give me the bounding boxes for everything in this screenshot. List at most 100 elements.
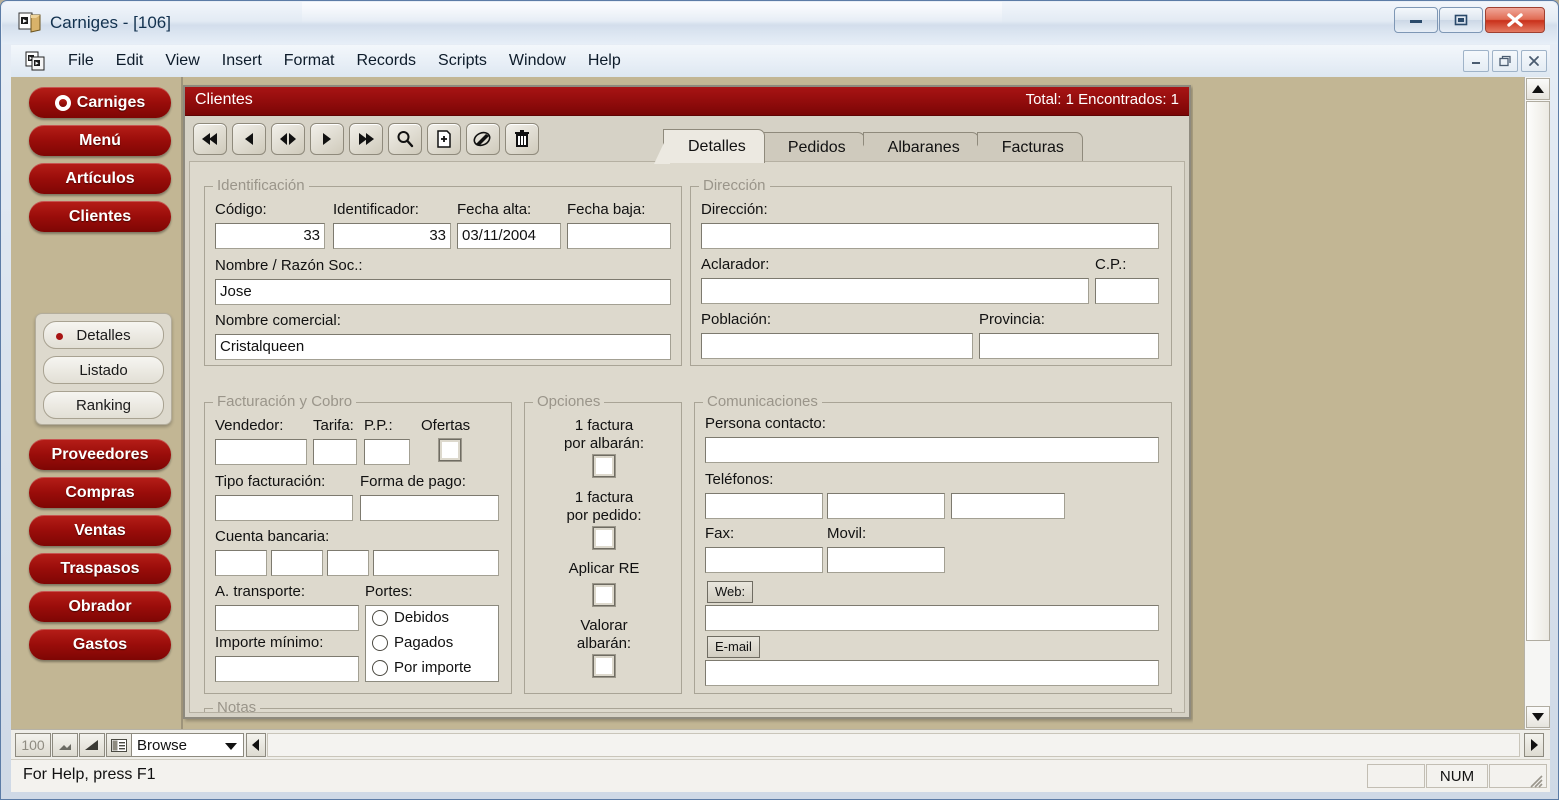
ofertas-checkbox[interactable] [439, 439, 461, 461]
menu-item-records[interactable]: Records [345, 49, 427, 73]
next-record-button[interactable] [310, 123, 344, 155]
tipo-facturacion-input[interactable] [215, 495, 353, 521]
trash-icon[interactable] [505, 123, 539, 155]
cuenta-bancaria-input-2[interactable] [271, 550, 323, 576]
vertical-scrollbar[interactable] [1524, 77, 1550, 729]
sidebar-item-ventas[interactable]: Ventas [29, 515, 171, 546]
a-transporte-input[interactable] [215, 605, 359, 631]
scroll-right-icon[interactable] [1524, 733, 1544, 757]
sidebar-item-articulos[interactable]: Artículos [29, 163, 171, 194]
first-record-button[interactable] [193, 123, 227, 155]
menu-item-window[interactable]: Window [498, 49, 577, 73]
previous-record-button[interactable] [232, 123, 266, 155]
opcion-aplicar-re-checkbox[interactable] [593, 584, 615, 606]
mdi-minimize-icon[interactable] [1463, 50, 1489, 72]
last-record-button[interactable] [349, 123, 383, 155]
mdi-restore-icon[interactable] [1492, 50, 1518, 72]
vendedor-input[interactable] [215, 439, 307, 465]
new-record-icon[interactable] [427, 123, 461, 155]
mode-combobox[interactable]: Browse [131, 733, 244, 757]
sidebar-item-menu[interactable]: Menú [29, 125, 171, 156]
menu-item-view[interactable]: View [154, 49, 210, 73]
sidebar-item-proveedores[interactable]: Proveedores [29, 439, 171, 470]
forma-pago-input[interactable] [360, 495, 499, 521]
detalles-panel: Identificación Código: 33 Identificador:… [189, 161, 1185, 713]
sidebar-item-detalles[interactable]: Detalles [43, 321, 164, 349]
menu-item-help[interactable]: Help [577, 49, 632, 73]
importe-minimo-input[interactable] [215, 656, 359, 682]
zoom-level-indicator[interactable]: 100 [15, 733, 51, 757]
telefono-input-2[interactable] [827, 493, 945, 519]
fax-input[interactable] [705, 547, 823, 573]
sidebar-item-gastos[interactable]: Gastos [29, 629, 171, 660]
portes-option-por-importe[interactable]: Por importe [372, 659, 472, 676]
nombre-razon-input[interactable]: Jose [215, 279, 671, 305]
toggle-window-icon[interactable] [106, 733, 132, 757]
opcion-valorar-albaran-checkbox[interactable] [593, 655, 615, 677]
scroll-up-icon[interactable] [1526, 78, 1550, 100]
maximize-icon[interactable] [1439, 7, 1483, 33]
cp-input[interactable] [1095, 278, 1159, 304]
menu-item-insert[interactable]: Insert [211, 49, 273, 73]
mdi-close-icon[interactable] [1521, 50, 1547, 72]
portes-option-debidos[interactable]: Debidos [372, 609, 449, 626]
opcion-1-factura-por-albaran-checkbox[interactable] [593, 455, 615, 477]
menu-item-edit[interactable]: Edit [105, 49, 155, 73]
telefono-input-1[interactable] [705, 493, 823, 519]
opcion-4-line2: albarán: [576, 635, 632, 652]
poblacion-input[interactable] [701, 333, 973, 359]
sidebar-item-obrador[interactable]: Obrador [29, 591, 171, 622]
codigo-input[interactable]: 33 [215, 223, 325, 249]
email-input[interactable] [705, 660, 1159, 686]
scroll-down-icon[interactable] [1526, 706, 1550, 728]
scroll-left-icon[interactable] [246, 733, 266, 757]
cuenta-bancaria-input-3[interactable] [327, 550, 369, 576]
close-icon[interactable] [1485, 7, 1545, 33]
cuenta-bancaria-input-4[interactable] [373, 550, 499, 576]
menu-item-file[interactable]: File [57, 49, 105, 73]
minimize-icon[interactable] [1394, 7, 1438, 33]
portes-option-pagados[interactable]: Pagados [372, 634, 453, 651]
menu-item-scripts[interactable]: Scripts [427, 49, 498, 73]
edit-pencil-icon[interactable] [466, 123, 500, 155]
zoom-in-icon[interactable] [79, 733, 105, 757]
web-input[interactable] [705, 605, 1159, 631]
telefono-input-3[interactable] [951, 493, 1065, 519]
tab-albaranes[interactable]: Albaranes [853, 132, 979, 164]
sidebar-item-compras[interactable]: Compras [29, 477, 171, 508]
sidebar-item-listado[interactable]: Listado [43, 356, 164, 384]
opcion-1-label: 1 factura por albarán: [525, 417, 683, 453]
identificador-input[interactable]: 33 [333, 223, 451, 249]
nombre-comercial-input[interactable]: Cristalqueen [215, 334, 671, 360]
num-indicator: NUM [1426, 764, 1488, 788]
group-title: Identificación [213, 177, 309, 194]
fecha-alta-input[interactable]: 03/11/2004 [457, 223, 561, 249]
selected-dot-icon [56, 333, 63, 340]
fecha-baja-input[interactable] [567, 223, 671, 249]
direccion-input[interactable] [701, 223, 1159, 249]
email-button[interactable]: E-mail [707, 636, 760, 658]
horizontal-scrollbar[interactable] [267, 733, 1520, 757]
opcion-1-factura-por-pedido-checkbox[interactable] [593, 527, 615, 549]
resize-grip-icon[interactable] [1528, 773, 1544, 789]
sidebar-item-carniges[interactable]: Carniges [29, 87, 171, 118]
menu-item-format[interactable]: Format [273, 49, 346, 73]
zoom-out-icon[interactable] [52, 733, 78, 757]
tab-pedidos[interactable]: Pedidos [753, 132, 865, 164]
sidebar-item-traspasos[interactable]: Traspasos [29, 553, 171, 584]
provincia-input[interactable] [979, 333, 1159, 359]
persona-contacto-input[interactable] [705, 437, 1159, 463]
tab-detalles[interactable]: Detalles [654, 129, 765, 164]
search-icon[interactable] [388, 123, 422, 155]
tab-facturas[interactable]: Facturas [967, 132, 1083, 164]
sidebar-item-clientes[interactable]: Clientes [29, 201, 171, 232]
sidebar-item-ranking[interactable]: Ranking [43, 391, 164, 419]
movil-input[interactable] [827, 547, 945, 573]
vertical-scrollbar-thumb[interactable] [1526, 101, 1550, 641]
aclarador-input[interactable] [701, 278, 1089, 304]
cuenta-bancaria-input-1[interactable] [215, 550, 267, 576]
tarifa-input[interactable] [313, 439, 357, 465]
flip-record-button[interactable] [271, 123, 305, 155]
pp-input[interactable] [364, 439, 410, 465]
web-button[interactable]: Web: [707, 581, 754, 603]
